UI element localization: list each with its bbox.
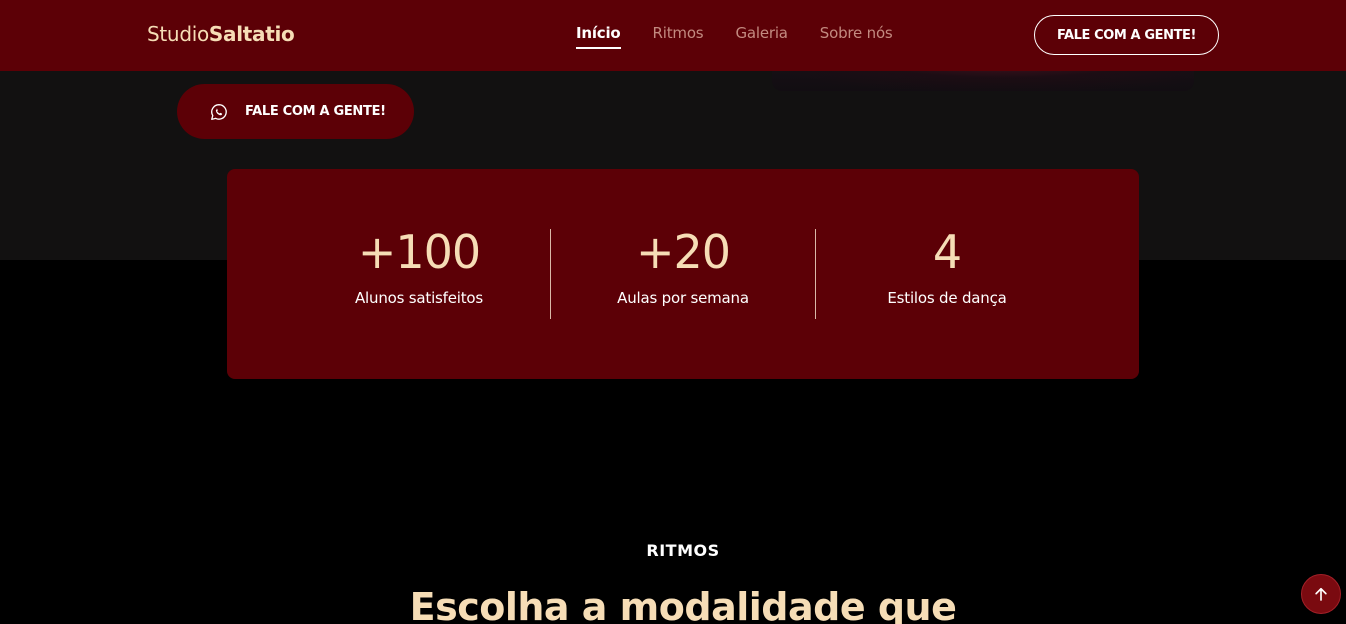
page: FALE COM A GENTE! StudioSaltatio Início … [0, 0, 1346, 624]
stat-value: +100 [357, 225, 481, 279]
stat-aulas: +20 Aulas por semana [551, 229, 815, 307]
logo-regular: Studio [147, 22, 209, 46]
main-nav: Início Ritmos Galeria Sobre nós [576, 24, 925, 58]
stat-alunos: +100 Alunos satisfeitos [287, 229, 551, 307]
arrow-up-icon [1315, 587, 1327, 601]
nav-item-sobre-nos[interactable]: Sobre nós [820, 24, 893, 58]
whatsapp-icon [211, 103, 227, 120]
nav-item-inicio[interactable]: Início [576, 24, 621, 58]
stat-label: Estilos de dança [887, 289, 1007, 307]
section-eyebrow: RITMOS [646, 541, 720, 560]
nav-item-galeria[interactable]: Galeria [735, 24, 788, 58]
stat-value: 4 [932, 225, 962, 279]
site-header: StudioSaltatio Início Ritmos Galeria Sob… [0, 0, 1346, 71]
hero-contact-button[interactable]: FALE COM A GENTE! [177, 84, 414, 139]
stat-label: Aulas por semana [617, 289, 749, 307]
stat-label: Alunos satisfeitos [354, 289, 484, 307]
header-contact-button[interactable]: FALE COM A GENTE! [1034, 15, 1219, 55]
section-heading: Escolha a modalidade que [409, 585, 957, 624]
nav-item-ritmos[interactable]: Ritmos [653, 24, 704, 58]
stat-estilos: 4 Estilos de dança [815, 229, 1079, 307]
logo-bold: Saltatio [208, 22, 295, 46]
stat-value: +20 [635, 225, 731, 279]
scroll-to-top-button[interactable] [1301, 574, 1341, 614]
logo[interactable]: StudioSaltatio [147, 22, 295, 46]
hero-contact-label: FALE COM A GENTE! [245, 104, 386, 119]
stats-card: +100 Alunos satisfeitos +20 Aulas por se… [227, 169, 1139, 379]
